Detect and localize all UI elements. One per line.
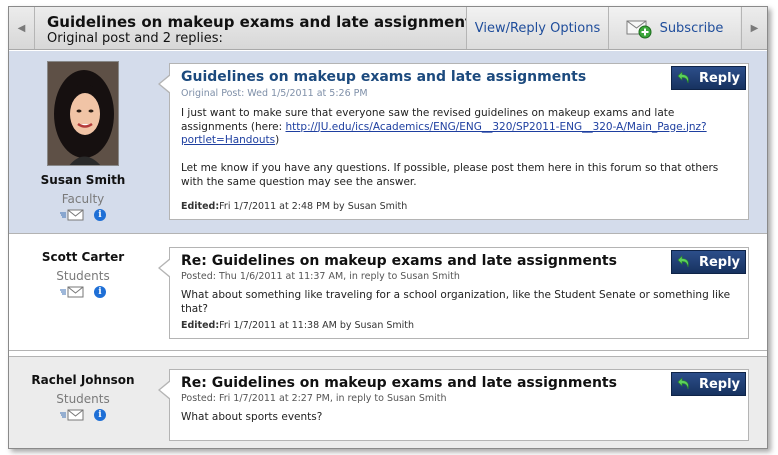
post-original: Susan Smith Faculty i Guidelines on make…	[9, 51, 767, 234]
author-actions: i	[9, 208, 157, 222]
post-bubble: Re: Guidelines on makeup exams and late …	[158, 247, 749, 339]
mail-icon[interactable]	[60, 209, 84, 221]
avatar-photo	[48, 62, 118, 165]
post-meta: Posted: Fri 1/7/2011 at 2:27 PM, in repl…	[181, 393, 447, 404]
author-name[interactable]: Rachel Johnson	[9, 373, 157, 387]
author-name[interactable]: Scott Carter	[9, 250, 157, 264]
post-body: I just want to make sure that everyone s…	[181, 107, 739, 148]
post-author: Susan Smith Faculty i	[9, 51, 157, 222]
mail-icon[interactable]	[60, 409, 84, 421]
avatar	[47, 61, 119, 166]
discussion-thread: ◀ Guidelines on makeup exams and late as…	[8, 6, 768, 449]
author-role: Faculty	[61, 192, 105, 206]
subscribe-label: Subscribe	[659, 20, 724, 36]
info-icon[interactable]: i	[94, 209, 106, 221]
reply-arrow-icon	[677, 71, 689, 84]
post-body-close-paren: )	[275, 134, 280, 146]
edited-label: Edited:	[181, 320, 220, 331]
subscribe-icon	[626, 20, 652, 39]
author-actions: i	[9, 408, 157, 422]
thread-title: Guidelines on makeup exams and late assi…	[47, 13, 482, 31]
author-name[interactable]: Susan Smith	[9, 173, 157, 187]
reply-label: Reply	[698, 254, 741, 270]
author-role: Students	[56, 269, 110, 283]
reply-button[interactable]: Reply	[671, 372, 746, 396]
reply-button[interactable]: Reply	[671, 66, 746, 90]
post-author: Rachel Johnson Students i	[9, 357, 157, 422]
info-icon[interactable]: i	[94, 409, 106, 421]
post-edited: Edited:Fri 1/7/2011 at 11:38 AM by Susan…	[181, 320, 414, 331]
reply-arrow-icon	[677, 377, 689, 390]
post-reply: Scott Carter Students i Re: Guidelines o…	[9, 235, 767, 351]
post-body-paragraph: Let me know if you have any questions. I…	[181, 162, 719, 188]
post-title: Re: Guidelines on makeup exams and late …	[181, 253, 617, 269]
reply-button[interactable]: Reply	[671, 250, 746, 274]
author-role: Students	[56, 392, 110, 406]
view-reply-options-button[interactable]: View/Reply Options	[466, 7, 608, 49]
reply-label: Reply	[698, 376, 741, 392]
post-bubble: Re: Guidelines on makeup exams and late …	[158, 369, 749, 441]
view-reply-options-label: View/Reply Options	[474, 20, 601, 36]
subscribe-button[interactable]: Subscribe	[608, 7, 740, 49]
edited-value: Fri 1/7/2011 at 2:48 PM by Susan Smith	[219, 201, 408, 212]
reply-arrow-icon	[677, 255, 689, 268]
edited-value: Fri 1/7/2011 at 11:38 AM by Susan Smith	[219, 320, 415, 331]
thread-header: ◀ Guidelines on makeup exams and late as…	[9, 7, 767, 50]
post-body: What about something like traveling for …	[181, 289, 731, 315]
post-body: What about sports events?	[181, 411, 323, 423]
post-reply: Rachel Johnson Students i Re: Guidelines…	[9, 356, 767, 448]
previous-thread-button[interactable]: ◀	[9, 7, 35, 49]
post-author: Scott Carter Students i	[9, 235, 157, 299]
edited-label: Edited:	[181, 201, 220, 212]
post-bubble: Guidelines on makeup exams and late assi…	[158, 63, 749, 220]
next-thread-button[interactable]: ▶	[741, 7, 767, 49]
thread-reply-count: Original post and 2 replies:	[47, 31, 223, 46]
author-actions: i	[9, 285, 157, 299]
post-title: Re: Guidelines on makeup exams and late …	[181, 375, 617, 391]
post-edited: Edited:Fri 1/7/2011 at 2:48 PM by Susan …	[181, 201, 407, 212]
post-title: Guidelines on makeup exams and late assi…	[181, 69, 587, 85]
chevron-left-icon: ◀	[17, 22, 26, 34]
info-icon[interactable]: i	[94, 286, 106, 298]
chevron-right-icon: ▶	[750, 22, 759, 34]
post-meta: Posted: Thu 1/6/2011 at 11:37 AM, in rep…	[181, 271, 460, 282]
reply-label: Reply	[698, 70, 741, 86]
post-meta: Original Post: Wed 1/5/2011 at 5:26 PM	[181, 88, 368, 99]
mail-icon[interactable]	[60, 286, 84, 298]
